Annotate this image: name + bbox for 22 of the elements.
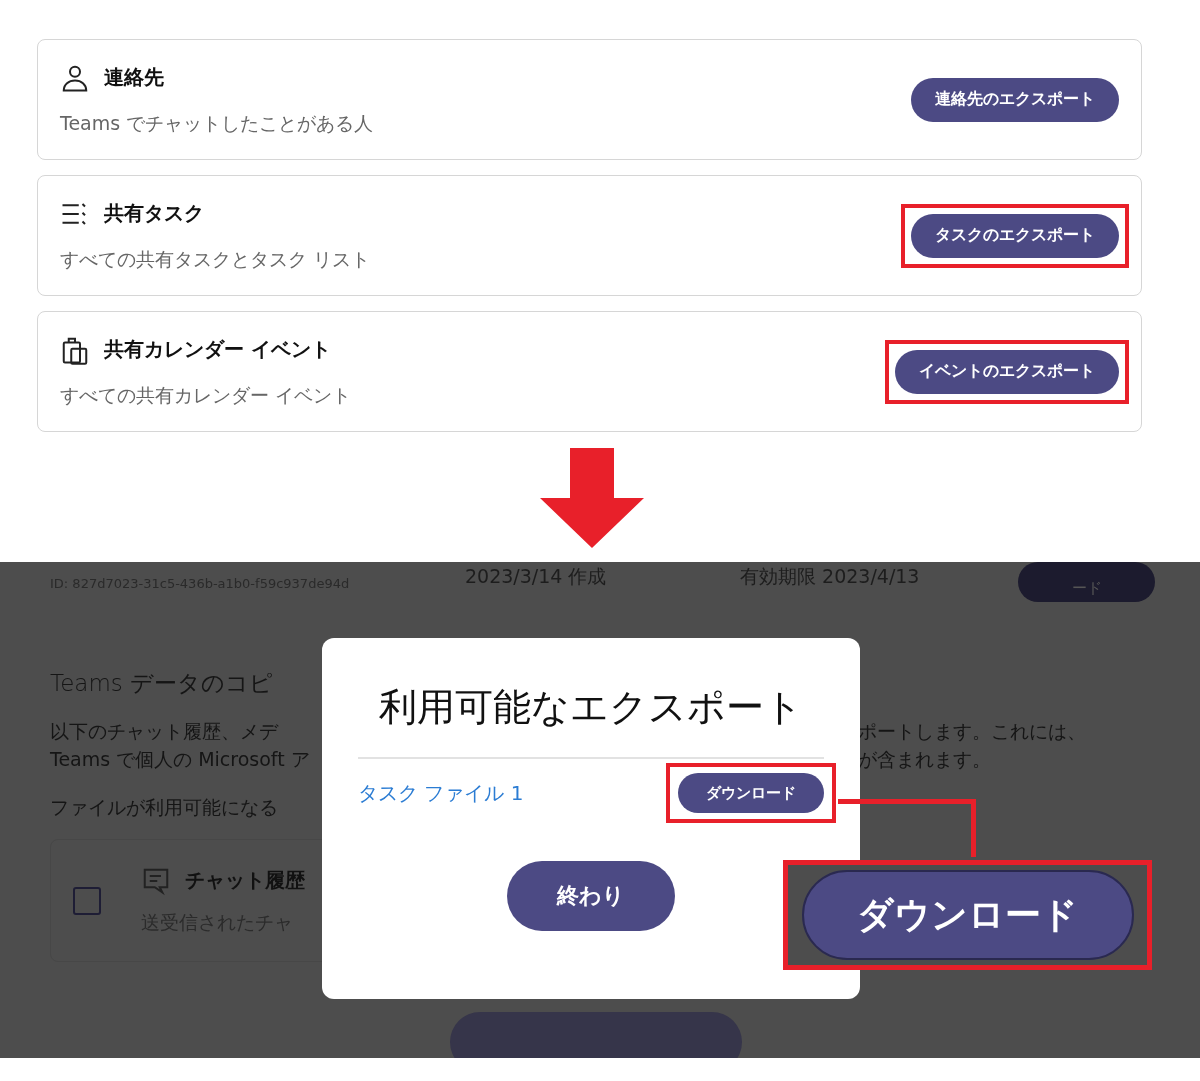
card-title: 共有カレンダー イベント — [104, 336, 331, 363]
card-title: 連絡先 — [104, 64, 164, 91]
paragraph-text: が含まれます。 — [858, 747, 991, 772]
paragraph-text: Teams で個人の Microsoft ア — [50, 747, 311, 772]
section-heading: Teams データのコピ — [50, 669, 275, 698]
card-title: 共有タスク — [104, 200, 204, 227]
export-button[interactable]: イベントのエクスポート — [895, 349, 1119, 394]
card-description: すべての共有タスクとタスク リスト — [60, 246, 371, 272]
card-description: Teams でチャットしたことがある人 — [60, 110, 374, 136]
export-button[interactable]: 連絡先のエクスポート — [911, 77, 1119, 122]
dialog-title: 利用可能なエクスポート — [378, 684, 804, 731]
paragraph-text: ポートします。これには、 — [858, 719, 1086, 744]
paragraph-text: 以下のチャット履歴、メデ — [50, 719, 280, 744]
checkbox[interactable] — [73, 886, 101, 915]
download-button[interactable]: ダウンロード — [678, 773, 824, 813]
option-title: チャット履歴 — [185, 867, 305, 894]
file-link[interactable]: タスク ファイル 1 — [358, 779, 524, 807]
card-description: すべての共有カレンダー イベント — [60, 382, 352, 408]
export-button[interactable]: タスクのエクスポート — [911, 213, 1119, 258]
done-button[interactable]: 終わり — [507, 861, 675, 931]
submit-button[interactable] — [450, 1012, 742, 1058]
download-button[interactable]: ダウンロード — [801, 870, 1134, 960]
